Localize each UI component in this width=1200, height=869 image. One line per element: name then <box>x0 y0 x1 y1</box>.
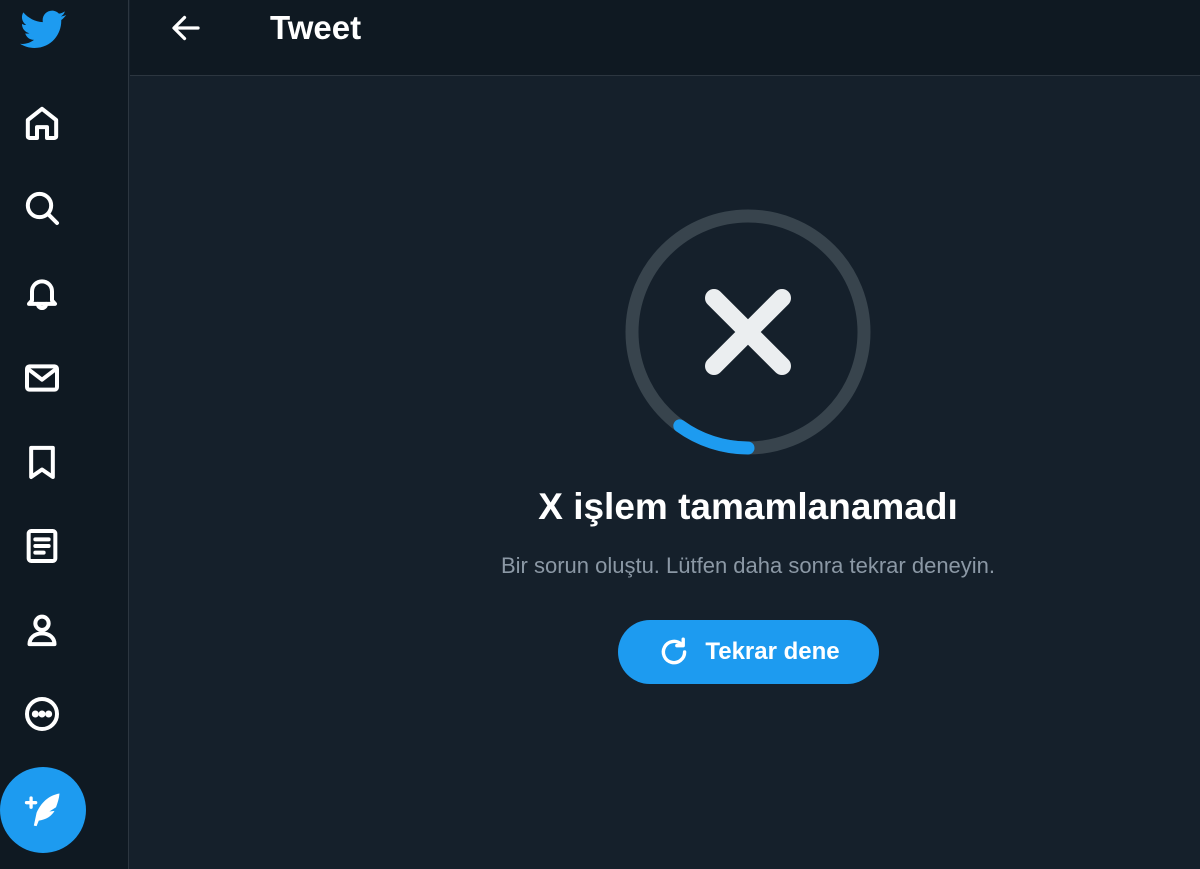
refresh-icon <box>662 637 687 665</box>
page-header: Tweet <box>130 0 1200 76</box>
search-icon <box>25 191 59 225</box>
ring-progress <box>673 419 755 455</box>
main-content: X işlem tamamlanamadı Bir sorun oluştu. … <box>130 77 1200 869</box>
more-icon <box>25 697 59 731</box>
bell-icon <box>27 279 57 310</box>
retry-button-label: Tekrar dene <box>705 638 840 665</box>
back-button[interactable] <box>164 6 208 50</box>
compose-tweet-button[interactable] <box>0 767 86 853</box>
nav-lists[interactable] <box>16 520 68 572</box>
profile-icon <box>27 614 57 647</box>
nav-bookmarks[interactable] <box>16 436 68 488</box>
nav-messages[interactable] <box>16 352 68 404</box>
close-x-icon <box>705 289 791 375</box>
mail-icon <box>25 364 59 392</box>
nav-profile[interactable] <box>16 604 68 656</box>
error-title: X işlem tamamlanamadı <box>538 486 958 527</box>
bookmark-icon <box>29 445 55 479</box>
nav-notifications[interactable] <box>16 267 68 319</box>
nav-home[interactable] <box>16 97 68 149</box>
error-message: Bir sorun oluştu. Lütfen daha sonra tekr… <box>500 553 996 578</box>
twitter-bird-icon[interactable] <box>17 6 71 52</box>
list-icon <box>26 529 58 563</box>
page-title: Tweet <box>270 9 362 46</box>
error-progress-ring <box>622 206 874 458</box>
arrow-left-icon <box>172 15 200 41</box>
retry-button[interactable]: Tekrar dene <box>618 620 879 684</box>
nav-search[interactable] <box>16 182 68 234</box>
nav-more[interactable] <box>16 688 68 740</box>
home-icon <box>25 106 59 140</box>
sidebar <box>0 0 129 869</box>
compose-feather-icon <box>24 793 60 827</box>
